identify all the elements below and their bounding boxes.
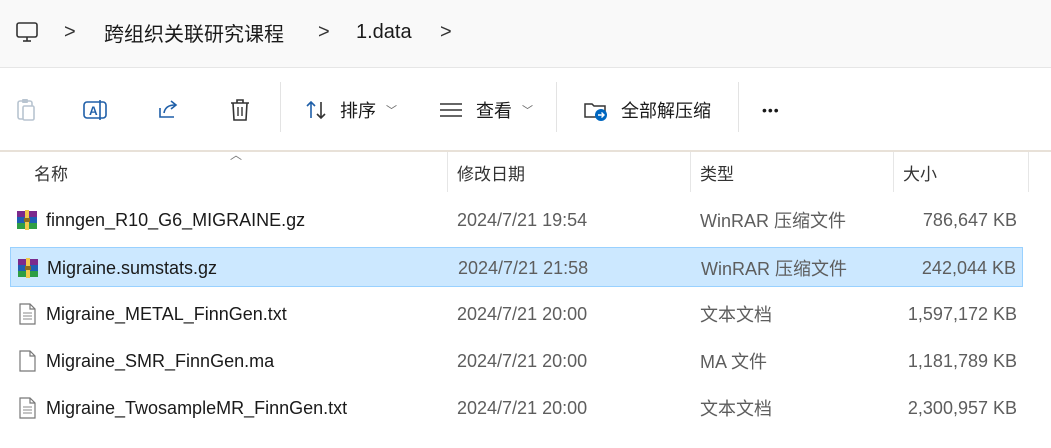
column-header-size[interactable]: 大小 — [903, 152, 937, 192]
extract-all-label: 全部解压缩 — [621, 101, 711, 121]
chevron-right-icon[interactable]: > — [64, 0, 76, 64]
file-size: 786,647 KB — [922, 209, 1017, 230]
file-size: 2,300,957 KB — [907, 397, 1017, 418]
computer-icon[interactable] — [12, 0, 42, 64]
sort-label: 排序 — [340, 101, 376, 121]
view-button[interactable]: 查看 ﹀ — [438, 86, 533, 134]
file-name: Migraine_TwosampleMR_FinnGen.txt — [46, 397, 348, 418]
file-size: 242,044 KB — [921, 257, 1016, 278]
file-name: finngen_R10_G6_MIGRAINE.gz — [46, 209, 306, 230]
text-file-icon — [16, 397, 38, 419]
view-label: 查看 — [476, 101, 512, 121]
text-file-icon — [16, 303, 38, 325]
address-bar: > 跨组织关联研究课程 > 1.data > — [0, 0, 1051, 68]
file-name: Migraine_METAL_FinnGen.txt — [46, 303, 287, 324]
file-row-selected[interactable]: Migraine.sumstats.gz 2024/7/21 21:58 Win… — [10, 247, 1023, 287]
column-divider[interactable] — [893, 152, 894, 192]
column-divider[interactable] — [690, 152, 691, 192]
column-divider[interactable] — [1028, 152, 1029, 192]
winrar-icon — [17, 257, 39, 279]
file-date: 2024/7/21 21:58 — [458, 257, 589, 278]
column-header-date[interactable]: 修改日期 — [457, 152, 525, 192]
file-type: MA 文件 — [700, 352, 768, 372]
column-header-name[interactable]: 名称 — [34, 152, 68, 192]
file-row[interactable]: Migraine_METAL_FinnGen.txt 2024/7/21 20:… — [10, 294, 1023, 334]
chevron-down-icon: ﹀ — [522, 105, 533, 117]
column-header: ︿ 名称 修改日期 类型 大小 — [0, 148, 1051, 192]
view-icon — [438, 100, 464, 120]
sort-ascending-icon: ︿ — [230, 148, 243, 162]
chevron-right-icon[interactable]: > — [440, 0, 452, 64]
file-type: WinRAR 压缩文件 — [700, 211, 847, 231]
rename-icon[interactable]: A — [78, 86, 114, 134]
share-icon[interactable] — [150, 86, 186, 134]
file-date: 2024/7/21 19:54 — [457, 209, 588, 230]
extract-all-button[interactable]: 全部解压缩 — [583, 86, 711, 134]
extract-folder-icon — [583, 98, 609, 122]
toolbar-divider — [556, 82, 557, 132]
file-row[interactable]: finngen_R10_G6_MIGRAINE.gz 2024/7/21 19:… — [10, 200, 1023, 240]
file-type: 文本文档 — [700, 305, 772, 325]
file-type: WinRAR 压缩文件 — [701, 259, 848, 279]
paste-icon[interactable] — [8, 86, 44, 134]
sort-button[interactable]: 排序 ﹀ — [304, 86, 397, 134]
column-divider[interactable] — [447, 152, 448, 192]
file-row[interactable]: Migraine_TwosampleMR_FinnGen.txt 2024/7/… — [10, 388, 1023, 428]
file-date: 2024/7/21 20:00 — [457, 350, 588, 371]
chevron-right-icon[interactable]: > — [318, 0, 330, 64]
toolbar-divider — [738, 82, 739, 132]
file-date: 2024/7/21 20:00 — [457, 303, 588, 324]
file-size: 1,181,789 KB — [907, 350, 1017, 371]
file-date: 2024/7/21 20:00 — [457, 397, 588, 418]
file-name: Migraine.sumstats.gz — [47, 257, 218, 278]
file-row[interactable]: Migraine_SMR_FinnGen.ma 2024/7/21 20:00 … — [10, 341, 1023, 381]
breadcrumb-course-folder[interactable]: 跨组织关联研究课程 — [104, 0, 284, 64]
column-header-type[interactable]: 类型 — [700, 152, 734, 192]
svg-text:A: A — [89, 104, 98, 118]
blank-file-icon — [16, 350, 38, 372]
sort-icon — [304, 98, 330, 122]
toolbar-divider — [280, 82, 281, 132]
chevron-down-icon: ﹀ — [386, 105, 397, 117]
file-size: 1,597,172 KB — [907, 303, 1017, 324]
breadcrumb-data-folder[interactable]: 1.data — [356, 0, 412, 64]
command-bar: A 排序 ﹀ 查看 ﹀ 全部解压缩 ••• — [0, 68, 1051, 152]
file-name: Migraine_SMR_FinnGen.ma — [46, 350, 275, 371]
winrar-icon — [16, 209, 38, 231]
file-type: 文本文档 — [700, 399, 772, 419]
delete-icon[interactable] — [222, 86, 258, 134]
more-options-icon[interactable]: ••• — [762, 86, 780, 134]
